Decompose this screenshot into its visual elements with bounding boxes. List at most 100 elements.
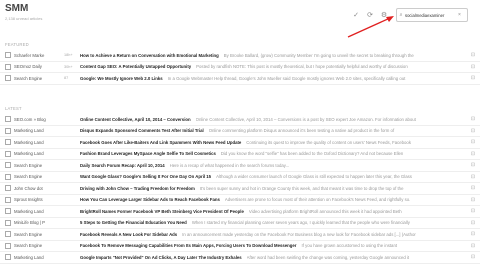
article-title[interactable]: Daily Search Forum Recap: April 10, 2014 xyxy=(80,163,165,168)
checkbox[interactable] xyxy=(5,185,11,192)
open-article-icon[interactable]: ⊡ xyxy=(466,52,480,58)
article-row[interactable]: Marketing Land Facebook Goes After Like-B… xyxy=(0,137,480,149)
featured-heading: FEATURED xyxy=(5,42,29,47)
article-source: Search Engine xyxy=(14,75,43,81)
article-source: Search Engine xyxy=(14,243,43,249)
checkbox[interactable] xyxy=(5,75,11,82)
article-source: Marketing Land xyxy=(14,128,44,134)
checkbox[interactable] xyxy=(5,116,11,123)
article-title[interactable]: Content Gap SEO: A Potentially Untapped … xyxy=(80,64,191,69)
open-article-icon[interactable]: ⊡ xyxy=(466,64,480,70)
open-article-icon[interactable]: ⊡ xyxy=(466,139,480,145)
checkbox[interactable] xyxy=(5,52,11,59)
article-title[interactable]: Driving with John Chow – Trading Freedom… xyxy=(80,186,195,191)
checkbox[interactable] xyxy=(5,254,11,261)
article-row[interactable]: Search Engine Want Google Glass? Google's… xyxy=(0,172,480,183)
article-title[interactable]: Facebook Reveals A New Look For Sidebar … xyxy=(80,232,177,237)
article-source: Schaefer Marke xyxy=(14,52,45,58)
article-snippet: It's been super sunny and hot in Orange … xyxy=(199,185,404,191)
article-source: Marketing Land xyxy=(14,139,44,145)
article-row[interactable]: John Chow dot Driving with John Chow – Tr… xyxy=(0,183,480,195)
article-row[interactable]: Schaefer Marke 18h+ How to Achieve a Retur… xyxy=(0,50,480,62)
checkbox[interactable] xyxy=(5,139,11,146)
article-snippet: In a Google Webmaster Help thread, Googl… xyxy=(167,75,406,81)
open-article-icon[interactable]: ⊡ xyxy=(466,151,480,157)
article-snippet: When I started my financial planning car… xyxy=(191,220,410,226)
open-article-icon[interactable]: ⊡ xyxy=(466,185,480,191)
article-row[interactable]: Marketing Land Fashion Brand Leverages My… xyxy=(0,149,480,160)
article-snippet: Advertisers are prone to focus most of t… xyxy=(224,197,411,203)
article-source: Search Engine xyxy=(14,174,43,180)
article-title[interactable]: Facebook To Remove Messaging Capabilitie… xyxy=(80,243,296,248)
checkbox[interactable] xyxy=(5,150,11,157)
article-title[interactable]: How You Can Leverage Larger Sidebar Ads … xyxy=(80,197,220,202)
article-snippet: Online commenting platform Disqus announ… xyxy=(208,128,395,134)
article-title[interactable]: Google Imparts "Not Provided" On Ad Clic… xyxy=(80,255,242,260)
article-source: SEO.com » Blog xyxy=(14,116,46,122)
article-title[interactable]: Facebook Goes After Like-Baiters And Lin… xyxy=(80,140,241,145)
latest-list: SEO.com » Blog Online Content Collective,… xyxy=(0,114,480,264)
open-article-icon[interactable]: ⊡ xyxy=(466,254,480,260)
article-source: Marketing Land xyxy=(14,208,44,214)
article-row[interactable]: MiniLife Blog | P 5 Steps to Getting the … xyxy=(0,218,480,229)
open-article-icon[interactable]: ⊡ xyxy=(466,197,480,203)
checkbox[interactable] xyxy=(5,242,11,249)
open-article-icon[interactable]: ⊡ xyxy=(466,174,480,180)
open-article-icon[interactable]: ⊡ xyxy=(466,162,480,168)
open-article-icon[interactable]: ⊡ xyxy=(466,231,480,237)
article-source: Search Engine xyxy=(14,231,43,237)
article-row[interactable]: Search Engine Facebook Reveals A New Look… xyxy=(0,229,480,241)
checkbox[interactable] xyxy=(5,231,11,238)
article-row[interactable]: Marketing Land Google Imparts "Not Provid… xyxy=(0,252,480,264)
article-source: Marketing Land xyxy=(14,151,44,157)
checkbox[interactable] xyxy=(5,162,11,169)
article-title[interactable]: How to Achieve a Return on Conversation … xyxy=(80,53,219,58)
article-row[interactable]: Search Engine 87 Google: We Mostly Ignore … xyxy=(0,73,480,85)
open-article-icon[interactable]: ⊡ xyxy=(466,208,480,214)
article-count: 30h+ xyxy=(64,64,73,69)
checkbox[interactable] xyxy=(5,127,11,134)
article-row[interactable]: Sprout Insights How You Can Leverage Larg… xyxy=(0,195,480,206)
article-snippet: Here is a recap of what happened in the … xyxy=(169,162,290,168)
article-snippet: After word had been swirling the change … xyxy=(246,254,410,260)
article-snippet: Video advertising platform BrightRoll an… xyxy=(248,208,402,214)
article-source: Sprout Insights xyxy=(14,197,43,203)
checkbox[interactable] xyxy=(5,208,11,215)
article-snippet: Posted by randfish NOTE: This post is mo… xyxy=(196,64,408,70)
article-count: 87 xyxy=(64,76,69,81)
checkbox[interactable] xyxy=(5,63,11,70)
article-title[interactable]: Online Content Collective, April 10, 201… xyxy=(80,117,191,122)
article-snippet: By Brooke Ballard, (grow) Community Memb… xyxy=(223,52,414,58)
article-count: 18h+ xyxy=(64,53,73,58)
open-article-icon[interactable]: ⊡ xyxy=(466,75,480,81)
article-row[interactable]: Search Engine Facebook To Remove Messagin… xyxy=(0,241,480,252)
article-snippet: Continuing its quest to improve the qual… xyxy=(246,139,411,145)
article-row[interactable]: Marketing Land Disqus Expands Sponsored C… xyxy=(0,126,480,137)
article-snippet: Although a wider consumer launch of Goog… xyxy=(216,174,412,180)
open-article-icon[interactable]: ⊡ xyxy=(466,128,480,134)
article-title[interactable]: 5 Steps to Getting the Financial Educati… xyxy=(80,220,187,225)
open-article-icon[interactable]: ⊡ xyxy=(466,220,480,226)
article-source: John Chow dot xyxy=(14,185,43,191)
checkbox[interactable] xyxy=(5,219,11,226)
checkbox[interactable] xyxy=(5,173,11,180)
article-title[interactable]: BrightRoll Names Former Facebook VP Beth… xyxy=(80,209,244,214)
article-title[interactable]: Google: We Mostly Ignore Web 2.0 Links xyxy=(80,76,163,81)
latest-heading: LATEST xyxy=(5,106,22,111)
article-title[interactable]: Fashion Brand Leverages MySpace Angle Se… xyxy=(80,151,216,156)
article-title[interactable]: Disqus Expands Sponsored Comments Test A… xyxy=(80,128,204,133)
article-snippet: Online Content Collective, April 10, 201… xyxy=(195,116,416,122)
article-title[interactable]: Want Google Glass? Google's Selling It F… xyxy=(80,174,211,179)
article-row[interactable]: SEOmoz Daily 30h+ Content Gap SEO: A Poten… xyxy=(0,62,480,73)
article-source: MiniLife Blog | P xyxy=(14,220,45,226)
checkbox[interactable] xyxy=(5,196,11,203)
open-article-icon[interactable]: ⊡ xyxy=(466,243,480,249)
open-article-icon[interactable]: ⊡ xyxy=(466,116,480,122)
article-source: SEOmoz Daily xyxy=(14,64,42,70)
article-row[interactable]: Search Engine Daily Search Forum Recap: A… xyxy=(0,160,480,172)
article-snippet: If you have grown accustomed to using th… xyxy=(301,243,398,249)
featured-list: Schaefer Marke 18h+ How to Achieve a Retur… xyxy=(0,50,480,85)
article-source: Marketing Land xyxy=(14,254,44,260)
article-row[interactable]: SEO.com » Blog Online Content Collective,… xyxy=(0,114,480,126)
article-row[interactable]: Marketing Land BrightRoll Names Former Fa… xyxy=(0,206,480,218)
